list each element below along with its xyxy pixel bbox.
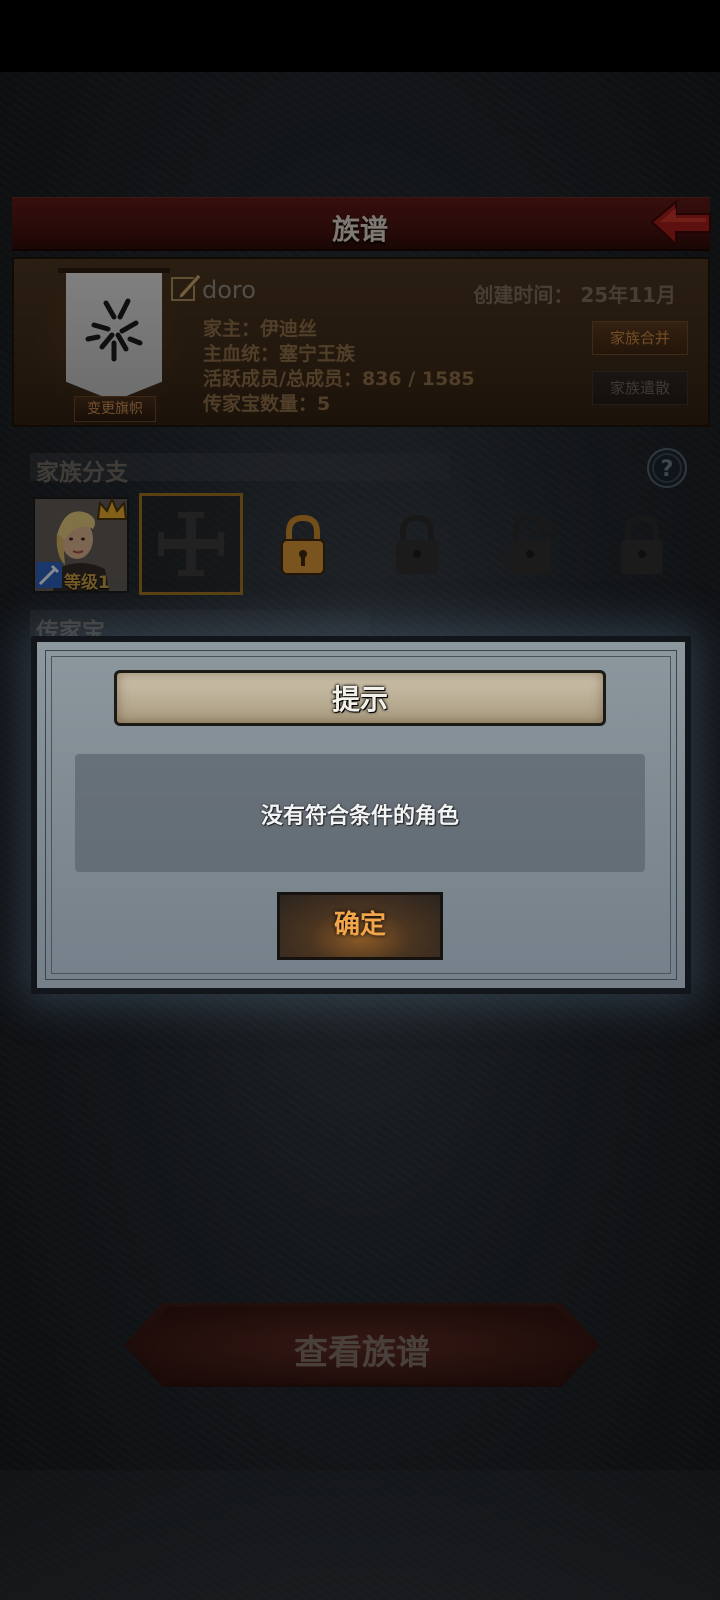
dialog-message: 没有符合条件的角色 bbox=[260, 804, 459, 829]
confirm-button[interactable]: 确定 bbox=[277, 892, 443, 960]
dialog-title: 提示 bbox=[331, 683, 388, 716]
